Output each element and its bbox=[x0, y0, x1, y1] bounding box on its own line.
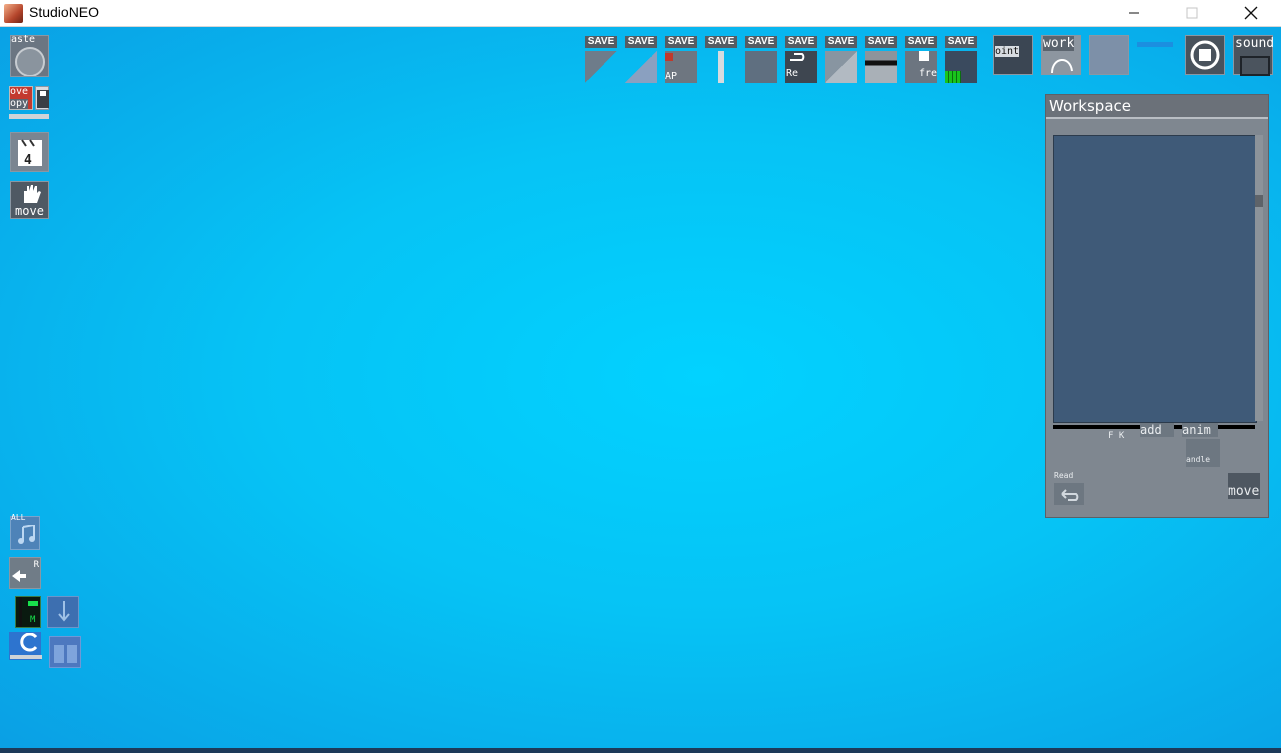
move-label: move bbox=[15, 204, 44, 218]
close-button[interactable] bbox=[1222, 0, 1280, 26]
save-thumb-5[interactable] bbox=[745, 51, 777, 83]
anim-button[interactable]: anim bbox=[1182, 423, 1218, 437]
read-label[interactable]: Read bbox=[1054, 471, 1084, 483]
move-button[interactable]: move bbox=[1228, 473, 1260, 499]
undo-button[interactable] bbox=[1054, 483, 1084, 505]
save-slot-9[interactable]: SAVE bbox=[905, 36, 937, 48]
arrow-icon bbox=[12, 570, 26, 582]
workspace-scrollbar[interactable] bbox=[1255, 135, 1263, 421]
paste-button[interactable]: aste bbox=[10, 34, 49, 77]
rotate-button[interactable] bbox=[9, 632, 42, 660]
curve-icon bbox=[1051, 59, 1073, 73]
save-thumb-7[interactable] bbox=[825, 51, 857, 83]
hand-icon bbox=[24, 185, 41, 203]
move-label: ove bbox=[10, 86, 29, 97]
shape-button[interactable] bbox=[49, 636, 81, 668]
meter-level bbox=[28, 601, 38, 606]
refresh-icon bbox=[1190, 40, 1220, 70]
thumb-marker bbox=[919, 51, 929, 61]
m-label: M bbox=[30, 615, 36, 625]
save-thumb-9[interactable]: fre bbox=[905, 51, 937, 83]
work-label: work bbox=[1043, 36, 1075, 51]
workspace-panel: Workspace add anim F K andle Read move bbox=[1045, 94, 1269, 518]
slider-track[interactable] bbox=[1137, 42, 1173, 47]
save-slot-5[interactable]: SAVE bbox=[745, 36, 777, 48]
minimize-button[interactable] bbox=[1105, 0, 1163, 26]
add-button[interactable]: add bbox=[1140, 423, 1174, 437]
undo-icon bbox=[1061, 489, 1079, 501]
save-slot-4[interactable]: SAVE bbox=[705, 36, 737, 48]
thumb-text: AP bbox=[665, 71, 678, 82]
app-icon bbox=[4, 4, 23, 23]
save-slot-3[interactable]: SAVE bbox=[665, 36, 697, 48]
save-disk-button[interactable] bbox=[35, 86, 49, 110]
floor-strip bbox=[0, 748, 1281, 753]
r-label: R bbox=[33, 560, 39, 570]
work-button[interactable]: work bbox=[1041, 35, 1081, 75]
save-slot-7[interactable]: SAVE bbox=[825, 36, 857, 48]
refresh-button[interactable] bbox=[1185, 35, 1225, 75]
undo-icon bbox=[790, 53, 805, 61]
save-thumb-4[interactable] bbox=[705, 51, 737, 83]
save-slot-10[interactable]: SAVE bbox=[945, 36, 977, 48]
thumb-text: Re bbox=[786, 68, 799, 79]
circle-icon bbox=[15, 47, 45, 76]
floppy-icon bbox=[37, 90, 49, 108]
meter-bar bbox=[19, 597, 22, 627]
download-button[interactable] bbox=[47, 596, 79, 628]
save-thumb-3[interactable]: AP bbox=[665, 51, 697, 83]
move-hand-button[interactable]: move bbox=[10, 181, 49, 219]
point-label: oint bbox=[995, 46, 1020, 57]
clapper-button[interactable]: 4 bbox=[10, 132, 49, 172]
shape-icon bbox=[54, 645, 77, 663]
point-button[interactable]: oint bbox=[993, 35, 1033, 75]
window-title: StudioNEO bbox=[29, 4, 100, 20]
layer-button[interactable] bbox=[1089, 35, 1129, 75]
minimize-icon bbox=[1129, 12, 1139, 14]
workspace-list[interactable] bbox=[1053, 135, 1257, 423]
save-slot-2[interactable]: SAVE bbox=[625, 36, 657, 48]
move-copy-button[interactable]: ove opy bbox=[9, 86, 33, 110]
save-slot-6[interactable]: SAVE bbox=[785, 36, 817, 48]
candle-button[interactable]: andle bbox=[1186, 439, 1220, 467]
music-note-icon bbox=[18, 525, 35, 544]
move-label: move bbox=[1228, 484, 1260, 499]
all-label: ALL bbox=[11, 513, 26, 522]
save-thumb-10[interactable] bbox=[945, 51, 977, 83]
meter-button[interactable]: M bbox=[15, 596, 41, 628]
speaker-icon bbox=[1240, 56, 1270, 76]
close-icon bbox=[1244, 6, 1258, 20]
scrollbar-thumb[interactable] bbox=[1255, 195, 1263, 207]
music-button[interactable]: ALL bbox=[10, 513, 40, 550]
save-slot-1[interactable]: SAVE bbox=[585, 36, 617, 48]
copy-label: opy bbox=[10, 98, 29, 109]
rotate-icon bbox=[20, 633, 38, 652]
divider bbox=[10, 655, 42, 659]
thumb-text: fre bbox=[919, 68, 938, 79]
save-thumb-6[interactable]: Re bbox=[785, 51, 817, 83]
maximize-icon bbox=[1186, 7, 1198, 19]
clip-number: 4 bbox=[24, 153, 32, 168]
pointer-button[interactable]: R bbox=[9, 557, 41, 589]
fk-button[interactable]: F K bbox=[1108, 431, 1140, 443]
title-bar: StudioNEO bbox=[0, 0, 1281, 27]
sound-label: sound bbox=[1235, 36, 1275, 51]
grid-icon bbox=[945, 71, 961, 83]
maximize-button[interactable] bbox=[1163, 0, 1221, 26]
workspace-title: Workspace bbox=[1049, 97, 1131, 115]
sound-button[interactable]: sound bbox=[1233, 35, 1275, 76]
workspace-header[interactable]: Workspace bbox=[1046, 95, 1268, 119]
down-arrow-icon bbox=[58, 601, 70, 622]
save-slot-8[interactable]: SAVE bbox=[865, 36, 897, 48]
thumb-marker bbox=[665, 53, 673, 61]
save-thumb-8[interactable] bbox=[865, 51, 897, 83]
divider bbox=[9, 114, 49, 119]
save-thumb-2[interactable] bbox=[625, 51, 657, 83]
save-thumb-1[interactable] bbox=[585, 51, 617, 83]
